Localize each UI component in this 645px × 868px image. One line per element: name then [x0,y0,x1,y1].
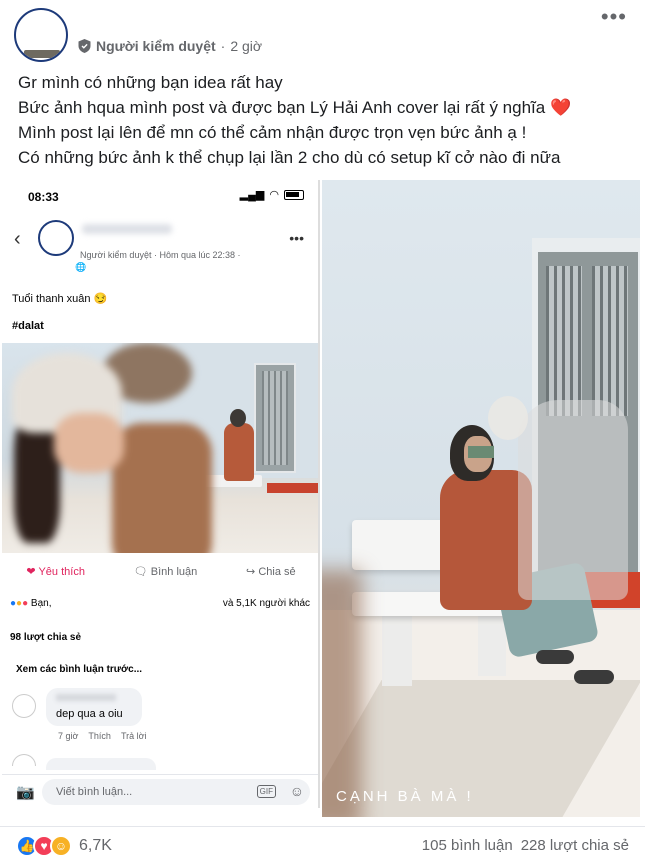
shoe [536,650,574,664]
facebook-post: Người kiểm duyệt · 2 giờ ••• Gr mình có … [0,0,645,868]
status-bar-time: 08:33 [28,190,59,204]
screenshot-comment-bar: 📷 Viết bình luận... GIF ☺ [2,774,318,808]
bench-leg [382,616,412,686]
group-avatar[interactable] [14,8,68,62]
red-mat [267,483,318,493]
moderator-shield-icon [78,39,91,53]
comment-count[interactable]: 105 bình luận [422,837,513,854]
original-photo [2,343,318,553]
more-options-icon[interactable]: ••• [601,4,627,30]
comment-text: dep qua a oiu [56,708,123,720]
status-bar-icons: ▂▄▆ ◠ [240,188,304,201]
face-censor-bar [468,446,494,458]
gif-icon: GIF [256,785,276,798]
screenshot-share-count: 98 lượt chia sẻ [10,632,82,643]
post-line: Có những bức ảnh k thể chụp lại lần 2 ch… [18,148,561,167]
care-reaction-icon: ☺ [50,835,72,857]
wifi-icon: ◠ [269,189,279,201]
phone-screenshot-image[interactable]: 08:33 ▂▄▆ ◠ ‹ Người kiểm duyệt · Hôm qua… [2,180,320,808]
comment-meta: 7 giờ Thích Trả lời [58,731,147,741]
screenshot-actions: ❤ Yêu thích 🗨 Bình luận ↪ Chia sẻ [2,565,318,578]
post-time[interactable]: 2 giờ [230,38,262,54]
photo-caption: CẠNH BÀ MÀ ! [336,788,474,805]
screenshot-prev-comments: Xem các bình luận trước... [16,664,143,675]
screenshot-hashtag: #dalat [12,320,44,332]
shoe [574,670,614,684]
screenshot-like: ❤ Yêu thích [26,566,85,578]
screenshot-reactions: ●●● Bạn, và 5,1K người khác [10,598,310,609]
post-line: Gr mình có những bạn idea rất hay [18,73,283,92]
comment-bubble: dep qua a oiu [46,688,142,726]
moderator-badge[interactable]: Người kiểm duyệt [96,38,216,54]
blurred-couple [2,343,212,553]
post-line: Mình post lại lên để mn có thể cảm nhận … [18,123,527,142]
ghost-head [488,396,528,440]
back-arrow-icon: ‹ [14,228,21,250]
reaction-summary[interactable]: 👍 ♥ ☺ 6,7K [16,835,112,857]
engagement-stats: 105 bình luận 228 lượt chia sẻ [422,837,629,854]
door [254,363,296,473]
commenter-avatar [12,754,36,766]
grandmother-figure [224,409,254,481]
screenshot-caption: Tuổi thanh xuân 😏 [12,293,108,305]
screenshot-share: ↪ Chia sẻ [246,566,296,578]
post-text: Gr mình có những bạn idea rất hay Bức ản… [18,70,633,170]
share-count[interactable]: 228 lượt chia sẻ [521,837,629,854]
ghost-figure [518,400,628,600]
comment-bubble [46,758,156,770]
blurred-name [82,224,172,234]
blurred-foreground [322,570,362,817]
post-meta: Người kiểm duyệt · 2 giờ [78,38,262,54]
bench-leg [478,616,506,676]
commenter-avatar [12,694,36,718]
post-line: Bức ảnh hqua mình post và được bạn Lý Hả… [18,98,572,117]
globe-icon: 🌐 [75,262,87,272]
screenshot-avatar [38,220,74,256]
cover-photo-image[interactable]: CẠNH BÀ MÀ ! [322,180,640,817]
heart-emoji-icon: ❤️ [549,98,572,117]
battery-icon [284,189,304,200]
screenshot-more-icon: ••• [289,230,304,246]
reaction-count[interactable]: 6,7K [79,837,112,855]
screenshot-comment: 🗨 Bình luận [133,566,198,578]
camera-icon: 📷 [16,784,35,801]
screenshot-meta: Người kiểm duyệt · Hôm qua lúc 22:38 · [80,250,241,260]
emoji-icon: ☺ [289,783,304,799]
post-footer: 👍 ♥ ☺ 6,7K 105 bình luận 228 lượt chia s… [0,826,645,868]
separator-dot: · [220,38,226,54]
signal-icon: ▂▄▆ [239,189,265,201]
